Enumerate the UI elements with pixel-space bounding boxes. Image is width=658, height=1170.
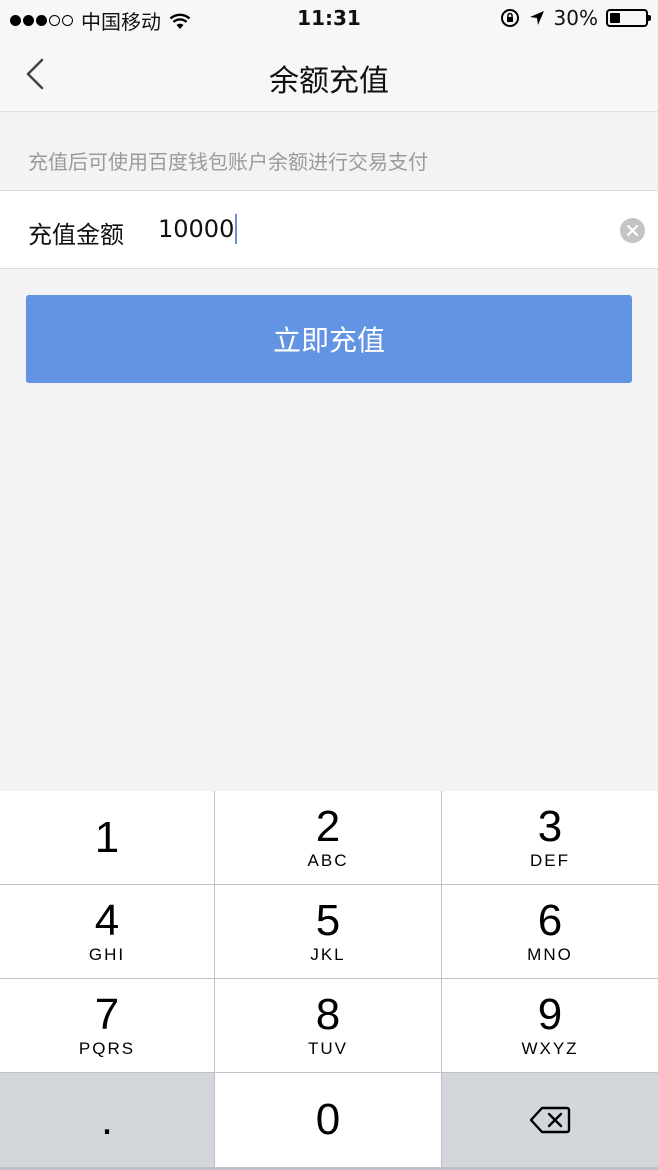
amount-value[interactable]: 10000 bbox=[158, 215, 234, 243]
page-title: 余额充值 bbox=[269, 64, 389, 99]
key-delete[interactable] bbox=[442, 1073, 658, 1168]
text-caret bbox=[235, 214, 238, 244]
key-5[interactable]: 5 JKL bbox=[215, 885, 442, 979]
recharge-hint: 充值后可使用百度钱包账户余额进行交易支付 bbox=[28, 150, 428, 174]
key-digit: 8 bbox=[315, 989, 341, 1039]
key-1[interactable]: 1 bbox=[0, 791, 215, 885]
key-8[interactable]: 8 TUV bbox=[215, 979, 442, 1073]
key-7[interactable]: 7 PQRS bbox=[0, 979, 215, 1073]
key-3[interactable]: 3 DEF bbox=[442, 791, 658, 885]
nav-bar: 余额充值 bbox=[0, 36, 658, 112]
key-digit: . bbox=[100, 1095, 114, 1144]
amount-input[interactable]: 10000 bbox=[158, 214, 238, 244]
key-digit: 9 bbox=[537, 989, 563, 1039]
key-letters: DEF bbox=[530, 850, 570, 870]
key-letters: JKL bbox=[310, 944, 346, 964]
key-letters: MNO bbox=[527, 944, 573, 964]
key-digit: 1 bbox=[94, 812, 120, 862]
amount-input-row[interactable]: 充值金额 10000 bbox=[0, 190, 658, 269]
key-letters: TUV bbox=[308, 1038, 348, 1058]
battery-percent: 30% bbox=[553, 6, 598, 30]
key-digit: 7 bbox=[94, 989, 120, 1039]
key-6[interactable]: 6 MNO bbox=[442, 885, 658, 979]
key-decimal[interactable]: . bbox=[0, 1073, 215, 1168]
status-bar: 中国移动 11:31 30% bbox=[0, 0, 658, 36]
key-digit: 2 bbox=[315, 801, 341, 851]
key-letters: PQRS bbox=[78, 1038, 136, 1058]
status-right: 30% bbox=[500, 6, 651, 30]
key-digit: 6 bbox=[537, 895, 563, 945]
key-letters: GHI bbox=[88, 944, 126, 964]
key-digit: 3 bbox=[537, 801, 563, 851]
key-digit: 5 bbox=[315, 895, 341, 945]
amount-label: 充值金额 bbox=[28, 221, 124, 249]
recharge-now-button[interactable]: 立即充值 bbox=[26, 295, 632, 383]
key-2[interactable]: 2 ABC bbox=[215, 791, 442, 885]
key-letters: ABC bbox=[307, 850, 349, 870]
location-arrow-icon bbox=[529, 11, 544, 25]
key-9[interactable]: 9 WXYZ bbox=[442, 979, 658, 1073]
key-letters: WXYZ bbox=[521, 1038, 579, 1058]
key-digit: 0 bbox=[315, 1095, 341, 1144]
key-digit: 4 bbox=[94, 895, 120, 945]
backspace-icon bbox=[529, 1106, 571, 1134]
key-0[interactable]: 0 bbox=[215, 1073, 442, 1168]
clear-icon[interactable] bbox=[620, 218, 645, 243]
battery-icon bbox=[606, 9, 651, 27]
key-4[interactable]: 4 GHI bbox=[0, 885, 215, 979]
rotation-lock-icon bbox=[500, 9, 519, 27]
numeric-keyboard: 1 2 ABC 3 DEF 4 GHI 5 JKL 6 MNO 7 PQRS 8… bbox=[0, 791, 658, 1170]
